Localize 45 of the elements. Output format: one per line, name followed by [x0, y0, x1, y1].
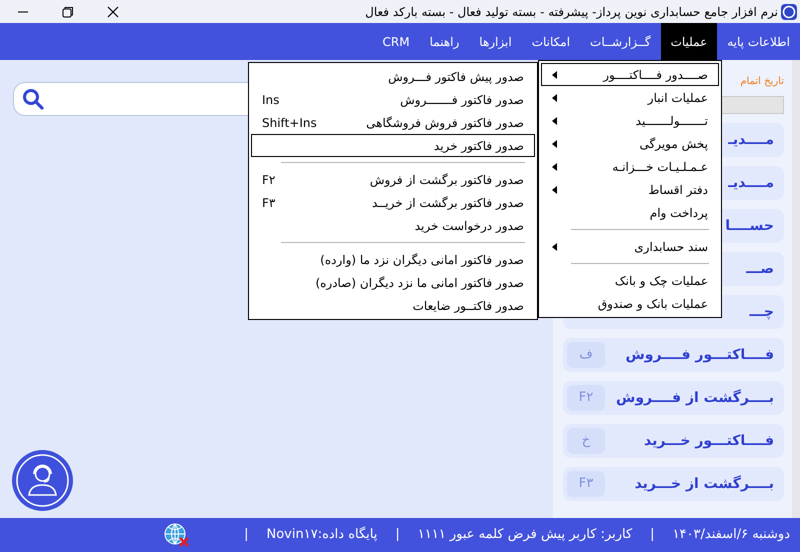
menu-item-label: صــــدور فــــاکتــــور	[603, 66, 708, 84]
menu-item-label: عملیات چک و بانک	[614, 272, 708, 290]
menu-item-label: دفتر اقساط	[648, 182, 708, 198]
menu-item-label: سند حسابداری	[634, 238, 708, 256]
expiry-notice: تاریخ اتمام	[740, 75, 784, 89]
status-separator: |	[650, 526, 655, 544]
shortcut-label: مــــدیـ	[728, 130, 774, 150]
menu-item-label: صدور فاکتور فروش فروشگاهی	[366, 114, 524, 132]
menu-item-label: صدور فاکتور امانی دیگران نزد ما (وارده)	[320, 252, 524, 268]
shortcut-key: F۲	[567, 385, 605, 411]
shortcut-label: بــــرگشت از خـــرید	[634, 474, 774, 494]
shortcut-text: F۳	[262, 194, 276, 212]
shortcut-text: Shift+Ins	[262, 114, 317, 132]
shortcut-text: Ins	[262, 92, 280, 108]
menu-item-label: پخش مویرگی	[639, 136, 708, 152]
date-text: دوشنبه ۶/اسفند/۱۴۰۳	[672, 526, 790, 544]
shortcut-key: ف	[567, 342, 605, 368]
menu-item-label: صدور درخواست خرید	[414, 218, 524, 234]
shortcut-key: خ	[567, 428, 605, 454]
status-separator: |	[244, 526, 248, 544]
shortcut-label: حســــا	[725, 216, 774, 236]
menu-item-label: عـمـلـیـات خـــزانـه	[612, 158, 708, 176]
menu-item-label: صدور فاکتــور ضایعات	[412, 298, 524, 314]
status-separator: |	[395, 526, 400, 544]
shortcut-label: صـــ	[746, 260, 774, 278]
menu-item-label: تـــــــولـــــــید	[636, 112, 708, 130]
menu-item-label: پرداخت وام	[650, 204, 708, 222]
user-text: کاربر: کاربر پیش فرض کلمه عبور ۱۱۱۱	[418, 526, 632, 544]
database-text: پایگاه داده:Novin۱۷	[266, 526, 378, 544]
menu-item-label: صدور فاکتور امانی ما نزد دیگران (صادره)	[315, 274, 524, 292]
menu-item-label: عملیات بانک و صندوق	[598, 296, 708, 312]
menu-item-label: صدور پیش فاکتور فـــروش	[388, 68, 524, 86]
shortcut-text: F۲	[262, 172, 276, 188]
menu-item-label: عملیات انبار	[648, 90, 708, 106]
shortcut-label: چـــ	[750, 302, 774, 322]
menu-item-label: صدور فاکتور برگشت از خریــد	[372, 194, 524, 212]
shortcut-label: مــــدیـ	[728, 174, 774, 192]
shortcut-label: بــــرگشت از فــــروش	[616, 388, 774, 408]
shortcut-label: فــــاکتـــور فــــروش	[625, 346, 774, 364]
menu-item-label: صدور فاکتور فـــــــروش	[400, 92, 524, 108]
shortcut-key: F۳	[567, 471, 605, 497]
shortcut-label: فــــاکتـــور خـــرید	[644, 432, 774, 450]
menu-item-label: صدور فاکتور برگشت از فروش	[370, 172, 524, 188]
menu-item-label: صدور فاکتور خرید	[434, 138, 524, 154]
window-title: نرم افزار جامع حسابداری نوین پرداز- پیشرفته - بسته تولید فعال - بسته بارکد فعال	[365, 4, 778, 20]
